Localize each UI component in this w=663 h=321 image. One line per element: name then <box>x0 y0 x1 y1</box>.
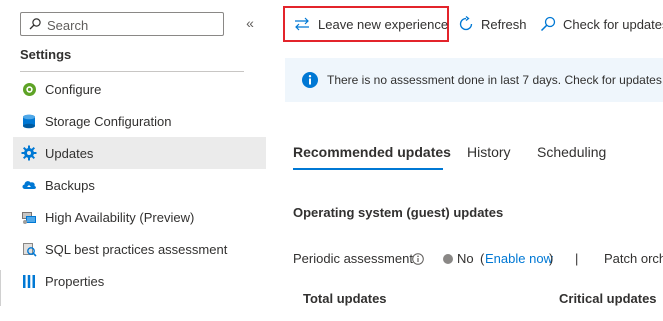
patch-orchestration-label: Patch orch <box>604 251 663 266</box>
leave-new-experience-label: Leave new experience <box>318 16 449 32</box>
active-tab-indicator <box>293 168 443 170</box>
leave-new-experience-button[interactable]: Leave new experience <box>283 6 449 42</box>
properties-icon <box>20 272 38 290</box>
paren-open: ( <box>480 251 485 266</box>
refresh-button[interactable]: Refresh <box>458 12 527 36</box>
sidebar-item-configure[interactable]: Configure <box>13 73 266 105</box>
high-availability-icon <box>20 208 38 226</box>
refresh-icon <box>458 16 474 32</box>
separator: | <box>575 251 579 266</box>
sidebar-item-label: Updates <box>45 145 94 161</box>
configure-icon <box>20 80 38 98</box>
os-updates-heading: Operating system (guest) updates <box>293 205 504 220</box>
check-for-updates-label: Check for updates <box>563 16 663 32</box>
sidebar-edge <box>0 270 1 306</box>
section-divider <box>20 71 244 72</box>
gear-icon <box>20 144 38 162</box>
backups-icon <box>20 176 38 194</box>
search-box[interactable] <box>20 12 224 36</box>
sidebar-item-storage-configuration[interactable]: Storage Configuration <box>13 105 266 137</box>
info-banner-text: There is no assessment done in last 7 da… <box>327 73 663 87</box>
settings-section-title: Settings <box>20 47 72 62</box>
switch-arrows-icon <box>294 17 310 31</box>
tab-history[interactable]: History <box>467 144 511 160</box>
tab-recommended-updates[interactable]: Recommended updates <box>293 144 451 160</box>
sidebar-item-label: Backups <box>45 177 95 193</box>
info-banner: There is no assessment done in last 7 da… <box>285 58 663 102</box>
sidebar-item-backups[interactable]: Backups <box>13 169 266 201</box>
periodic-assessment-value: No <box>457 251 474 266</box>
status-dot-icon <box>443 254 453 264</box>
sidebar-item-properties[interactable]: Properties <box>13 265 266 297</box>
total-updates-header: Total updates <box>303 291 387 306</box>
sidebar-item-label: High Availability (Preview) <box>45 209 195 225</box>
collapse-sidebar-button[interactable]: « <box>242 14 258 32</box>
sidebar-item-label: Configure <box>45 81 102 97</box>
refresh-label: Refresh <box>481 16 527 32</box>
sidebar-item-label: Storage Configuration <box>45 113 172 129</box>
enable-now-link[interactable]: Enable now <box>485 251 553 266</box>
storage-icon <box>20 112 38 130</box>
search-icon <box>29 18 41 30</box>
sidebar-item-high-availability[interactable]: High Availability (Preview) <box>13 201 266 233</box>
info-icon <box>302 72 318 88</box>
search-input[interactable] <box>45 15 219 35</box>
sidebar-item-label: Properties <box>45 273 105 289</box>
check-for-updates-button[interactable]: Check for updates <box>540 12 663 36</box>
paren-close: ) <box>549 251 554 266</box>
sidebar: « Settings Configure Storage Configurati… <box>0 0 266 321</box>
sidebar-item-label: SQL best practices assessment <box>45 241 228 257</box>
info-circle-icon[interactable] <box>412 253 424 268</box>
tab-scheduling[interactable]: Scheduling <box>537 144 606 160</box>
periodic-assessment-label: Periodic assessment <box>293 251 413 266</box>
periodic-assessment-row: Periodic assessment No ( Enable now ) | … <box>293 251 663 269</box>
critical-updates-header: Critical updates <box>559 291 657 306</box>
assessment-icon <box>20 240 38 258</box>
sidebar-item-updates[interactable]: Updates <box>13 137 266 169</box>
search-icon <box>540 16 556 32</box>
sidebar-item-sql-best-practices[interactable]: SQL best practices assessment <box>13 233 266 265</box>
